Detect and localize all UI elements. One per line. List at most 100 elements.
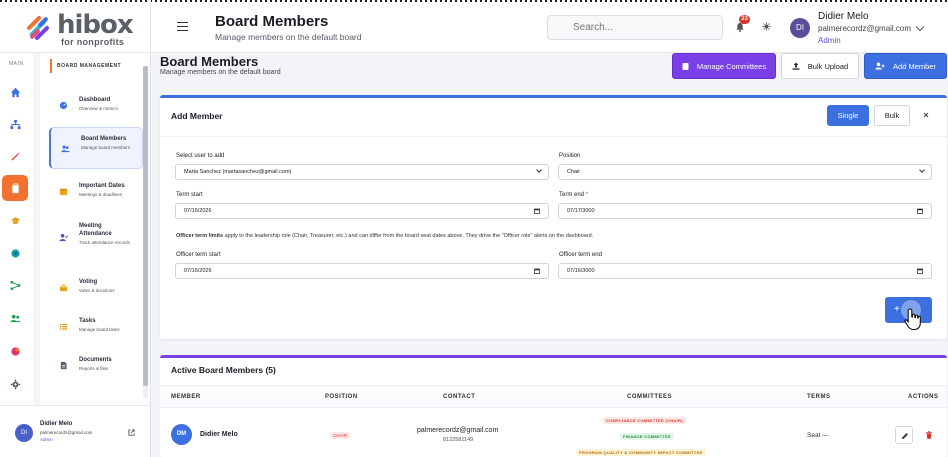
header-title: Board Members: [215, 13, 329, 30]
committee-badge: PROGRAM QUALITY & COMMUNITY IMPACT COMMI…: [576, 449, 706, 456]
edit-member-button[interactable]: [895, 426, 913, 444]
position-badge: CHAIR: [330, 432, 351, 439]
rail-home[interactable]: [2, 79, 28, 105]
sidebar-item-label: Voting: [79, 279, 98, 285]
divider: [160, 136, 947, 137]
mode-single-button[interactable]: Single: [827, 105, 869, 126]
officer-end-input[interactable]: 07/16/3000: [558, 263, 932, 279]
gear-icon: [10, 379, 20, 389]
external-link-icon[interactable]: [128, 429, 135, 436]
clipboard-icon: [11, 182, 19, 193]
logo[interactable]: hibox for nonprofits: [24, 10, 134, 47]
header-subtitle: Manage members on the default board: [215, 32, 362, 42]
member-name[interactable]: Didier Melo: [200, 431, 238, 438]
sidebar-item-label: Tasks: [79, 318, 96, 324]
chevron-down-icon: [919, 167, 925, 173]
user-avatar[interactable]: DI: [790, 18, 810, 38]
vote-icon: [59, 284, 68, 292]
rail-global[interactable]: [2, 240, 28, 266]
column-header-contact: CONTACT: [443, 394, 476, 400]
officer-end-value: 07/16/3000: [567, 268, 595, 274]
add-member-label: Add Member: [893, 61, 936, 71]
sidebar-section-title: BOARD MANAGEMENT: [57, 63, 122, 69]
member-avatar: DM: [171, 424, 192, 445]
logo-mark-icon: [27, 16, 49, 40]
active-members-title: Active Board Members (5): [171, 365, 276, 375]
rail-reports[interactable]: [2, 338, 28, 364]
dashboard-icon: [59, 101, 68, 110]
sidebar-item-desc: Overview & metrics: [79, 106, 118, 111]
close-icon[interactable]: [922, 111, 930, 119]
position-label: Position: [559, 153, 581, 159]
rail-network[interactable]: [2, 272, 28, 298]
term-start-input[interactable]: 07/16/2026: [175, 203, 549, 219]
search-box[interactable]: [547, 15, 723, 40]
rail-board[interactable]: [2, 175, 28, 201]
position-select[interactable]: Chair: [558, 164, 932, 180]
officer-start-input[interactable]: 07/16/2026: [175, 263, 549, 279]
graduation-icon: [10, 216, 20, 224]
sidebar-item-meeting-attendance[interactable]: Meeting Attendance Track attendance reco…: [49, 215, 143, 261]
mode-bulk-button[interactable]: Bulk: [874, 105, 910, 126]
calendar-icon[interactable]: [534, 268, 540, 274]
calendar-icon[interactable]: [917, 268, 923, 274]
rail-learning[interactable]: [2, 207, 28, 233]
sidebar-user-role: Admin: [40, 437, 53, 442]
user-name[interactable]: Didier Melo: [818, 11, 869, 22]
required-marker: *: [585, 192, 589, 198]
delete-member-button[interactable]: [920, 426, 938, 444]
globe-icon: [10, 248, 20, 258]
section-marker: [50, 59, 52, 73]
manage-committees-label: Manage Committees: [696, 61, 767, 71]
search-input[interactable]: [548, 16, 722, 39]
select-user-dropdown[interactable]: Marta Sanchez (martasanchez@gmail.com): [175, 164, 549, 180]
bulk-upload-button[interactable]: Bulk Upload: [781, 53, 859, 79]
calendar-icon[interactable]: [917, 208, 923, 214]
sidebar-item-tasks[interactable]: Tasks Manage board tasks: [49, 311, 143, 345]
rail-structure[interactable]: [2, 111, 28, 137]
term-start-value: 07/16/2026: [184, 208, 212, 214]
manage-committees-button[interactable]: Manage Committees: [672, 53, 776, 79]
theme-toggle-icon[interactable]: [762, 22, 771, 31]
sidebar-scrollbar[interactable]: [143, 66, 148, 398]
sidebar-item-board-members[interactable]: Board Members Manage board members: [49, 127, 143, 169]
officer-end-label: Officer term end: [559, 252, 602, 258]
logo-tagline: for nonprofits: [61, 37, 125, 47]
chevron-down-icon: [536, 167, 542, 173]
sidebar-item-documents[interactable]: Documents Reports & files: [49, 350, 143, 384]
officer-start-label: Officer term start: [176, 252, 221, 258]
network-icon: [9, 280, 21, 290]
rocket-icon: [11, 151, 20, 160]
add-member-title: Add Member: [171, 111, 223, 121]
rail-launch[interactable]: [2, 143, 28, 169]
select-user-value: Marta Sanchez (martasanchez@gmail.com): [184, 169, 292, 175]
user-email: palmerecordz@gmail.com: [818, 24, 912, 33]
sidebar-item-label: Important Dates: [79, 183, 125, 189]
page-title: Board Members: [160, 54, 259, 69]
sidebar-item-desc: Votes & decisions: [79, 288, 115, 293]
rail-people[interactable]: [2, 305, 28, 331]
sidebar-user-avatar[interactable]: DI: [15, 424, 33, 442]
rail-label: MAIN: [9, 61, 24, 67]
calendar-icon[interactable]: [534, 208, 540, 214]
sidebar-item-voting[interactable]: Voting Votes & decisions: [49, 272, 143, 306]
home-icon: [10, 87, 20, 97]
sidebar-item-desc: Track attendance records: [79, 240, 130, 245]
term-end-input[interactable]: 07/17/3000: [558, 203, 932, 219]
user-check-icon: [59, 233, 68, 242]
bulk-upload-label: Bulk Upload: [807, 61, 849, 71]
sidebar-item-dashboard[interactable]: Dashboard Overview & metrics: [49, 90, 143, 124]
trash-icon: [926, 431, 932, 439]
member-email[interactable]: palmerecordz@gmail.com: [417, 427, 498, 434]
committee-badge: COMPLIANCE COMMITTEE (CHAIR): [603, 417, 686, 424]
scrollbar-thumb[interactable]: [143, 66, 148, 386]
column-header-member: MEMBER: [171, 394, 201, 400]
add-member-button[interactable]: Add Member: [864, 53, 947, 79]
sidebar-item-desc: Manage board tasks: [79, 327, 120, 332]
page-subtitle: Manage members on the default board: [160, 69, 281, 76]
rail-settings[interactable]: [2, 371, 28, 397]
menu-toggle-icon[interactable]: [177, 22, 188, 31]
sidebar-item-important-dates[interactable]: Important Dates Meetings & deadlines: [49, 176, 143, 210]
edit-icon: [902, 433, 908, 439]
column-header-terms: TERMS: [807, 394, 831, 400]
